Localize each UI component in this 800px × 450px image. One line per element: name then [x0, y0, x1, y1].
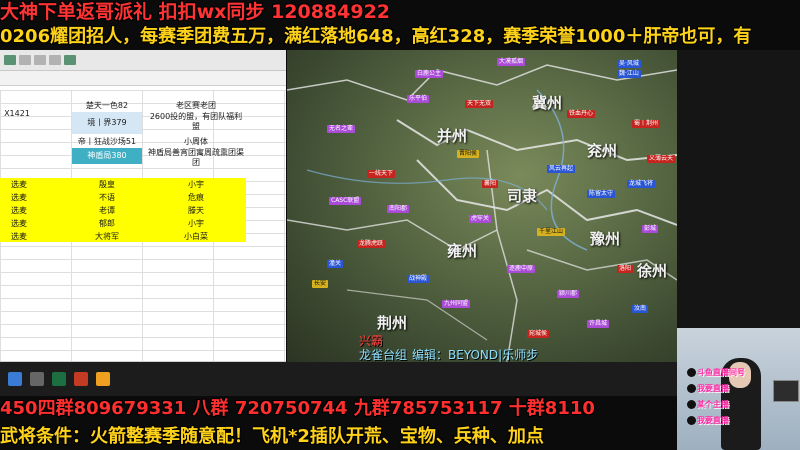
- city-label[interactable]: 九州同盟: [442, 300, 471, 308]
- map-caption-editor: 编辑：BEYOND|乐师步: [412, 348, 539, 362]
- city-label[interactable]: 南阳郡: [387, 205, 410, 213]
- city-label[interactable]: 铁血丹心: [567, 110, 596, 118]
- cell-header-b[interactable]: 老区赛老团: [146, 100, 246, 111]
- city-label[interactable]: CASC联盟: [329, 197, 362, 205]
- city-label[interactable]: 天下无双: [465, 100, 494, 108]
- search-icon[interactable]: [30, 372, 44, 386]
- bottom-banner-groups: 450四群809679331 八群 720750744 九群785753117 …: [0, 398, 595, 419]
- cell-row-id[interactable]: X1421: [2, 108, 32, 119]
- city-label[interactable]: 白鹿公主: [415, 70, 444, 78]
- city-label[interactable]: 吴·风城: [617, 60, 641, 68]
- city-label[interactable]: 蜀丨荆州: [632, 120, 661, 128]
- city-label[interactable]: 宛城侯: [527, 330, 550, 338]
- map-caption-main: 龙雀台组: [359, 348, 408, 362]
- region-label: 雍州: [447, 242, 478, 260]
- douyin-icon: [687, 368, 696, 377]
- city-label[interactable]: 彭城: [642, 225, 659, 233]
- region-label: 司隶: [507, 187, 538, 205]
- cell-r1-a[interactable]: 境丨界379: [72, 112, 142, 134]
- city-label[interactable]: 龙腾虎跃: [357, 240, 386, 248]
- row-right[interactable]: 小宇: [146, 179, 246, 190]
- cell-r3-a[interactable]: 神盾局380: [72, 148, 142, 164]
- cell-header-a[interactable]: 楚天一色82: [72, 100, 142, 111]
- webcam-overlay: 斗鱼直播间号 我要直播 某个主播 我要直播: [677, 328, 800, 450]
- row-name[interactable]: 老谭: [72, 205, 142, 216]
- row-label[interactable]: 选麦: [4, 179, 34, 190]
- douyin-icon: [687, 416, 696, 425]
- redo-icon[interactable]: [34, 55, 46, 65]
- format-icon[interactable]: [49, 55, 61, 65]
- city-label[interactable]: 陈留太守: [587, 190, 616, 198]
- row-label[interactable]: 选麦: [4, 231, 34, 242]
- game-map[interactable]: 并州 冀州 兖州 司隶 豫州 雍州 徐州 荆州 白鹿公主 天下无双 大漠孤烟 吴…: [287, 50, 677, 362]
- douyin-icon: [687, 400, 696, 409]
- row-label[interactable]: 选麦: [4, 205, 34, 216]
- cell-r2-a[interactable]: 帝丨狂战沙场51: [72, 136, 142, 147]
- city-label[interactable]: 战神殿: [407, 275, 430, 283]
- spreadsheet-toolbar: [0, 50, 286, 71]
- top-banner-contact: 大神下单返哥派礼 扣扣wx同步 120884922: [0, 1, 391, 23]
- city-label[interactable]: 逐鹿中原: [507, 265, 536, 273]
- city-label[interactable]: 虎牢关: [469, 215, 492, 223]
- city-label[interactable]: 颍川郡: [557, 290, 580, 298]
- save-icon[interactable]: [4, 55, 16, 65]
- row-name[interactable]: 殷皇: [72, 179, 142, 190]
- start-icon[interactable]: [8, 372, 22, 386]
- taskbar: [0, 362, 677, 396]
- city-label[interactable]: 义薄云天: [647, 155, 676, 163]
- cam-tag: 我要直播: [697, 416, 729, 425]
- city-label[interactable]: 大漠孤烟: [497, 58, 526, 66]
- row-name[interactable]: 不语: [72, 192, 142, 203]
- cam-tag: 斗鱼直播间号: [697, 368, 745, 377]
- region-label: 冀州: [532, 94, 563, 112]
- city-label[interactable]: 襄阳: [482, 180, 499, 188]
- region-label: 豫州: [590, 230, 621, 248]
- city-label[interactable]: 晋阳侯: [457, 150, 480, 158]
- city-label[interactable]: 许昌城: [587, 320, 610, 328]
- folder-icon[interactable]: [96, 372, 110, 386]
- badge-icon: [773, 380, 799, 402]
- douyin-icon: [687, 384, 696, 393]
- row-label[interactable]: 选麦: [4, 218, 34, 229]
- cam-tag: 某个主播: [697, 400, 729, 409]
- filter-icon[interactable]: [64, 55, 76, 65]
- region-label: 兖州: [587, 142, 618, 160]
- top-banner-recruit: 0206耀团招人，每赛季团费五万，满红落地648，高红328，赛季荣誉1000＋…: [0, 26, 752, 47]
- bottom-banner-conditions: 武将条件：火箭整赛季随意配！飞机*2插队开荒、宝物、兵种、加点: [0, 426, 544, 447]
- side-panel: [677, 50, 800, 328]
- row-name[interactable]: 郁郎: [72, 218, 142, 229]
- region-label: 并州: [437, 127, 468, 145]
- city-label[interactable]: 风云再起: [547, 165, 576, 173]
- city-label[interactable]: 汝南: [632, 305, 649, 313]
- cell-r1-b[interactable]: 2600投的盟，有团队福利盟: [146, 112, 246, 136]
- city-label[interactable]: 魏·江山: [617, 70, 641, 78]
- city-label[interactable]: 千里江山: [537, 228, 566, 236]
- spreadsheet-window: X1421 楚天一色82 老区赛老团 境丨界379 2600投的盟，有团队福利盟…: [0, 50, 286, 380]
- region-label: 徐州: [637, 262, 668, 280]
- row-name[interactable]: 大将军: [72, 231, 142, 242]
- cam-tag: 我要直播: [697, 384, 729, 393]
- city-label[interactable]: 一统天下: [367, 170, 396, 178]
- city-label[interactable]: 洛阳: [617, 265, 634, 273]
- row-label[interactable]: 选麦: [4, 192, 34, 203]
- city-label[interactable]: 长安: [312, 280, 329, 288]
- row-right[interactable]: 小宇: [146, 218, 246, 229]
- column-header-row: [0, 71, 286, 86]
- cell-r2-b[interactable]: 小周体: [146, 136, 246, 147]
- cell-r3-b[interactable]: 神盾局善宵团寓周疏熏团渠团: [146, 148, 246, 170]
- region-label: 荆州: [377, 314, 408, 332]
- row-right[interactable]: 危痕: [146, 192, 246, 203]
- city-label[interactable]: 乐平伯: [407, 95, 430, 103]
- city-label[interactable]: 龙城飞将: [627, 180, 656, 188]
- map-borders: [287, 64, 677, 362]
- row-right[interactable]: 滕天: [146, 205, 246, 216]
- city-label[interactable]: 潼关: [327, 260, 344, 268]
- undo-icon[interactable]: [19, 55, 31, 65]
- excel-icon[interactable]: [52, 372, 66, 386]
- browser-icon[interactable]: [74, 372, 88, 386]
- row-right[interactable]: 小白菜: [146, 231, 246, 242]
- city-label[interactable]: 无名之辈: [327, 125, 356, 133]
